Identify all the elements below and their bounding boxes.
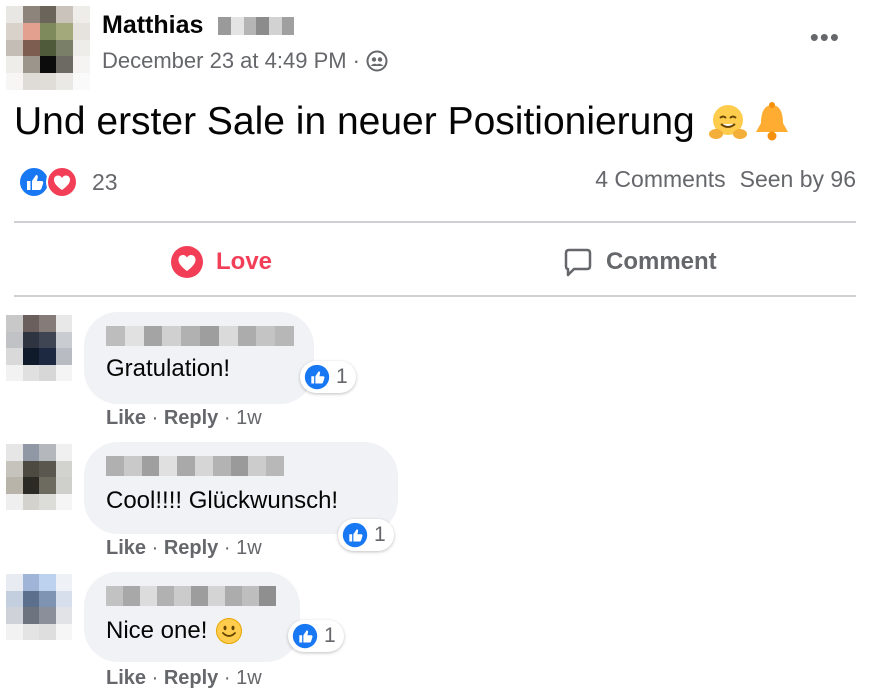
commenter-avatar[interactable] — [6, 315, 72, 381]
dot: · — [223, 667, 231, 689]
love-button[interactable]: Love — [170, 238, 272, 286]
comment-reaction-count: 1 — [324, 624, 336, 647]
dot: · — [223, 407, 231, 429]
post-stats: 4 Comments Seen by 96 — [595, 166, 856, 193]
post-body: Und erster Sale in neuer Positionierung — [14, 100, 695, 143]
comment-actions: Like · Reply · 1w — [106, 665, 262, 691]
commenter-name-blur[interactable] — [106, 586, 276, 606]
comment-reaction-count: 1 — [374, 523, 386, 546]
comment-reactions[interactable]: 1 — [338, 519, 394, 551]
comment-actions: Like · Reply · 1w — [106, 535, 262, 561]
reply-link[interactable]: Reply — [164, 537, 218, 559]
commenter-avatar[interactable] — [6, 574, 72, 640]
like-link[interactable]: Like — [106, 407, 146, 429]
comment-reaction-count: 1 — [336, 365, 348, 388]
meta-separator: · — [352, 48, 360, 73]
reaction-summary[interactable]: 23 — [18, 166, 118, 198]
reply-link[interactable]: Reply — [164, 667, 218, 689]
commenter-avatar[interactable] — [6, 444, 72, 510]
love-icon — [171, 246, 203, 278]
love-icon — [46, 166, 78, 198]
author-lastname-blur — [218, 17, 295, 36]
dot: · — [151, 407, 159, 429]
comment-bubble: Nice one! — [84, 572, 300, 662]
comment-age[interactable]: 1w — [236, 667, 262, 689]
commenter-name-blur[interactable] — [106, 326, 294, 346]
reaction-count[interactable]: 23 — [92, 169, 118, 196]
like-icon — [292, 623, 318, 649]
comment-text-body: Nice one! — [106, 617, 208, 644]
comment-age[interactable]: 1w — [236, 407, 262, 429]
author-name[interactable]: Matthias — [102, 8, 295, 42]
bell-icon — [755, 102, 788, 141]
comment-button[interactable]: Comment — [560, 238, 717, 286]
smiling-face-icon — [216, 618, 243, 644]
post-meta: December 23 at 4:49 PM · — [102, 45, 388, 77]
comment-reactions[interactable]: 1 — [288, 620, 344, 652]
more-options-button[interactable]: ••• — [810, 22, 840, 52]
dot: · — [151, 537, 159, 559]
like-icon — [304, 364, 330, 390]
dot: · — [223, 537, 231, 559]
reply-link[interactable]: Reply — [164, 407, 218, 429]
commenter-name-blur[interactable] — [106, 456, 284, 476]
like-link[interactable]: Like — [106, 667, 146, 689]
comment-actions: Like · Reply · 1w — [106, 405, 262, 431]
comments-count[interactable]: 4 Comments — [595, 166, 725, 193]
comment-age[interactable]: 1w — [236, 537, 262, 559]
seen-by[interactable]: Seen by 96 — [740, 166, 856, 193]
group-icon — [366, 50, 388, 72]
comment-text: Gratulation! — [106, 355, 231, 382]
like-link[interactable]: Like — [106, 537, 146, 559]
post-text: Und erster Sale in neuer Positionierung — [14, 95, 793, 149]
author-first-name[interactable]: Matthias — [102, 11, 203, 39]
comment-label: Comment — [606, 248, 717, 275]
comment-text: Cool!!!! Glückwunsch! — [106, 487, 339, 514]
divider-bottom — [14, 295, 856, 297]
love-label: Love — [216, 248, 273, 275]
comment-text: Nice one! — [106, 615, 243, 647]
like-icon — [342, 522, 368, 548]
author-avatar[interactable] — [6, 6, 90, 90]
dot: · — [151, 667, 159, 689]
comment-bubble: Gratulation! — [84, 312, 314, 404]
hugging-face-icon — [708, 105, 747, 139]
comment-icon — [564, 248, 592, 277]
post-timestamp[interactable]: December 23 at 4:49 PM — [102, 45, 347, 77]
divider-top — [14, 221, 856, 223]
comment-reactions[interactable]: 1 — [300, 361, 356, 393]
